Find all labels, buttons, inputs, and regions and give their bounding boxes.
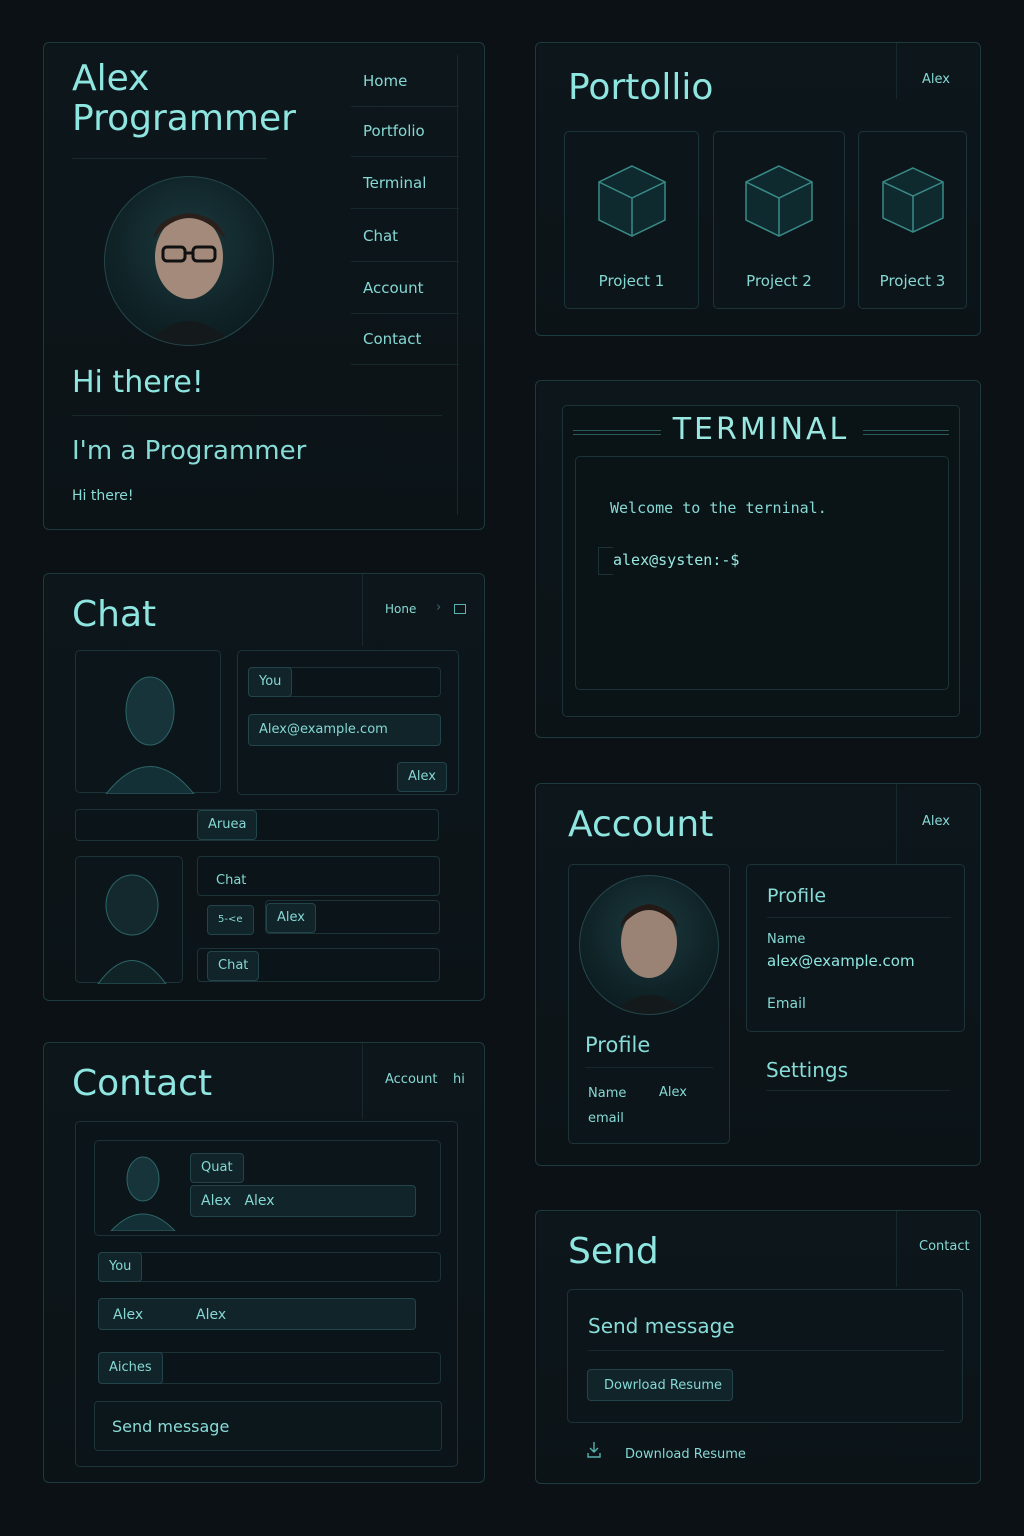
portfolio-panel: Portollio Alex Project 1 Project 2 Proje… [535, 42, 981, 336]
project-label-1: Project 1 [598, 272, 665, 290]
name-line-1: Alex [72, 58, 150, 99]
nav-account[interactable]: Account [351, 262, 459, 314]
account-email-value: alex@example.com [767, 952, 915, 970]
chat-alex-chip[interactable]: Alex [397, 762, 447, 792]
project-card-2[interactable]: Project 2 [713, 131, 845, 309]
terminal-screen[interactable]: Welcome to the terninal. alex@systen:-$ [575, 456, 949, 690]
contact-quat-chip: Quat [190, 1153, 244, 1183]
chat-email-field[interactable]: Alex@example.com [248, 714, 441, 746]
contact-panel: Contact Account hi Quat Alex Alex You Al… [43, 1042, 485, 1483]
chat-conversation: You Alex@example.com Alex [237, 650, 459, 795]
contact-you-row [98, 1252, 441, 1282]
contact-breadcrumb-account[interactable]: Account [385, 1072, 438, 1087]
send-card: Send message Dowrload Resume [567, 1289, 963, 1423]
chevron-right-icon: › [436, 600, 442, 615]
send-breadcrumb-contact[interactable]: Contact [919, 1239, 970, 1254]
download-resume-button-label: Dowrload Resume [604, 1378, 722, 1393]
account-title: Account [568, 804, 714, 845]
nav-home[interactable]: Home [351, 55, 459, 107]
portfolio-title: Portollio [568, 67, 714, 108]
send-title: Send [568, 1231, 659, 1272]
profile-panel: Alex Programmer Home Portfolio Terminal … [43, 42, 485, 530]
chat-panel: Chat Hone › You Alex@example.com Alex Ar… [43, 573, 485, 1001]
account-name-label: Name [767, 932, 806, 947]
nav-contact[interactable]: Contact [351, 313, 459, 365]
chat-aruea-chip[interactable]: Aruea [197, 810, 258, 840]
chat-label-2[interactable]: Chat [207, 951, 260, 981]
send-message-heading: Send message [588, 1314, 735, 1338]
project-card-1[interactable]: Project 1 [564, 131, 699, 309]
nav-chat[interactable]: Chat [351, 210, 459, 262]
contact-title: Contact [72, 1063, 213, 1104]
terminal-frame: TERMINAL Welcome to the terninal. alex@s… [562, 405, 960, 717]
download-resume-link[interactable]: Download Resume [625, 1447, 746, 1462]
contact-alex-field[interactable]: Alex Alex [98, 1298, 416, 1330]
project-label-2: Project 2 [746, 272, 812, 290]
window-icon[interactable] [454, 604, 466, 614]
cube-icon [597, 165, 666, 237]
contact-alex-2: Alex [196, 1307, 227, 1323]
account-left-name-value: Alex [659, 1085, 687, 1100]
nav-portfolio[interactable]: Portfolio [351, 105, 459, 157]
account-profile-card: Profile Name alex@example.com Email [746, 864, 965, 1032]
contact-name-value: Alex Alex [201, 1193, 275, 1209]
chat-label-1: Chat [216, 873, 247, 888]
account-email-label: Email [767, 996, 806, 1012]
contact-name-field[interactable]: Alex Alex [190, 1185, 416, 1217]
chat-small-chip: 5-<e [207, 905, 254, 935]
greeting-heading: Hi there! [72, 365, 204, 400]
contact-send-message-label: Send message [112, 1417, 230, 1436]
chat-breadcrumb-home[interactable]: Hone [385, 602, 416, 616]
tagline: I'm a Programmer [72, 436, 307, 466]
account-settings-link[interactable]: Settings [766, 1058, 848, 1082]
download-resume-button[interactable]: Dowrload Resume [587, 1369, 733, 1401]
nav-menu: Home Portfolio Terminal Chat Account Con… [351, 55, 459, 370]
contact-you-chip: You [98, 1252, 143, 1282]
portfolio-user-link[interactable]: Alex [922, 72, 950, 87]
contact-header-card: Quat Alex Alex [94, 1140, 441, 1236]
account-left-card: Profile Name Alex email [568, 864, 730, 1144]
contact-aiches-chip[interactable]: Aiches [98, 1352, 163, 1384]
download-icon [586, 1441, 602, 1459]
account-left-profile: Profile [585, 1033, 651, 1057]
profile-avatar [104, 176, 274, 346]
account-avatar [579, 875, 719, 1015]
account-panel: Account Alex Profile Name Alex email Pro… [535, 783, 981, 1166]
chat-title: Chat [72, 594, 157, 635]
contact-avatar [101, 1147, 181, 1232]
terminal-panel: TERMINAL Welcome to the terninal. alex@s… [535, 380, 981, 738]
contact-send-message-button[interactable]: Send message [94, 1401, 442, 1451]
chat-avatar-1 [75, 650, 221, 795]
cube-icon [745, 165, 813, 237]
terminal-welcome: Welcome to the terninal. [610, 499, 827, 517]
name-line-2: Programmer [72, 98, 296, 139]
contact-breadcrumb-hi[interactable]: hi [453, 1072, 465, 1087]
intro-text: Hi there! [72, 488, 134, 504]
terminal-prompt: alex@systen:-$ [613, 551, 740, 569]
chat-email-value: Alex@example.com [259, 722, 388, 737]
chat-avatar-2 [75, 856, 183, 985]
project-card-3[interactable]: Project 3 [858, 131, 967, 309]
contact-form: Quat Alex Alex You Alex Alex Aiches Send… [75, 1121, 458, 1467]
contact-alex-1: Alex [113, 1307, 144, 1323]
profile-name: Alex Programmer [72, 59, 296, 139]
account-profile-heading: Profile [767, 885, 827, 907]
account-left-email-label: email [588, 1111, 624, 1126]
account-user-link[interactable]: Alex [922, 814, 950, 829]
send-panel: Send Contact Send message Dowrload Resum… [535, 1210, 981, 1484]
nav-terminal[interactable]: Terminal [351, 157, 459, 209]
project-label-3: Project 3 [879, 272, 946, 290]
account-left-name-label: Name [588, 1086, 627, 1101]
chat-you-chip: You [248, 667, 293, 697]
chat-alex-chip-2[interactable]: Alex [266, 903, 316, 933]
cube-icon [881, 167, 944, 233]
